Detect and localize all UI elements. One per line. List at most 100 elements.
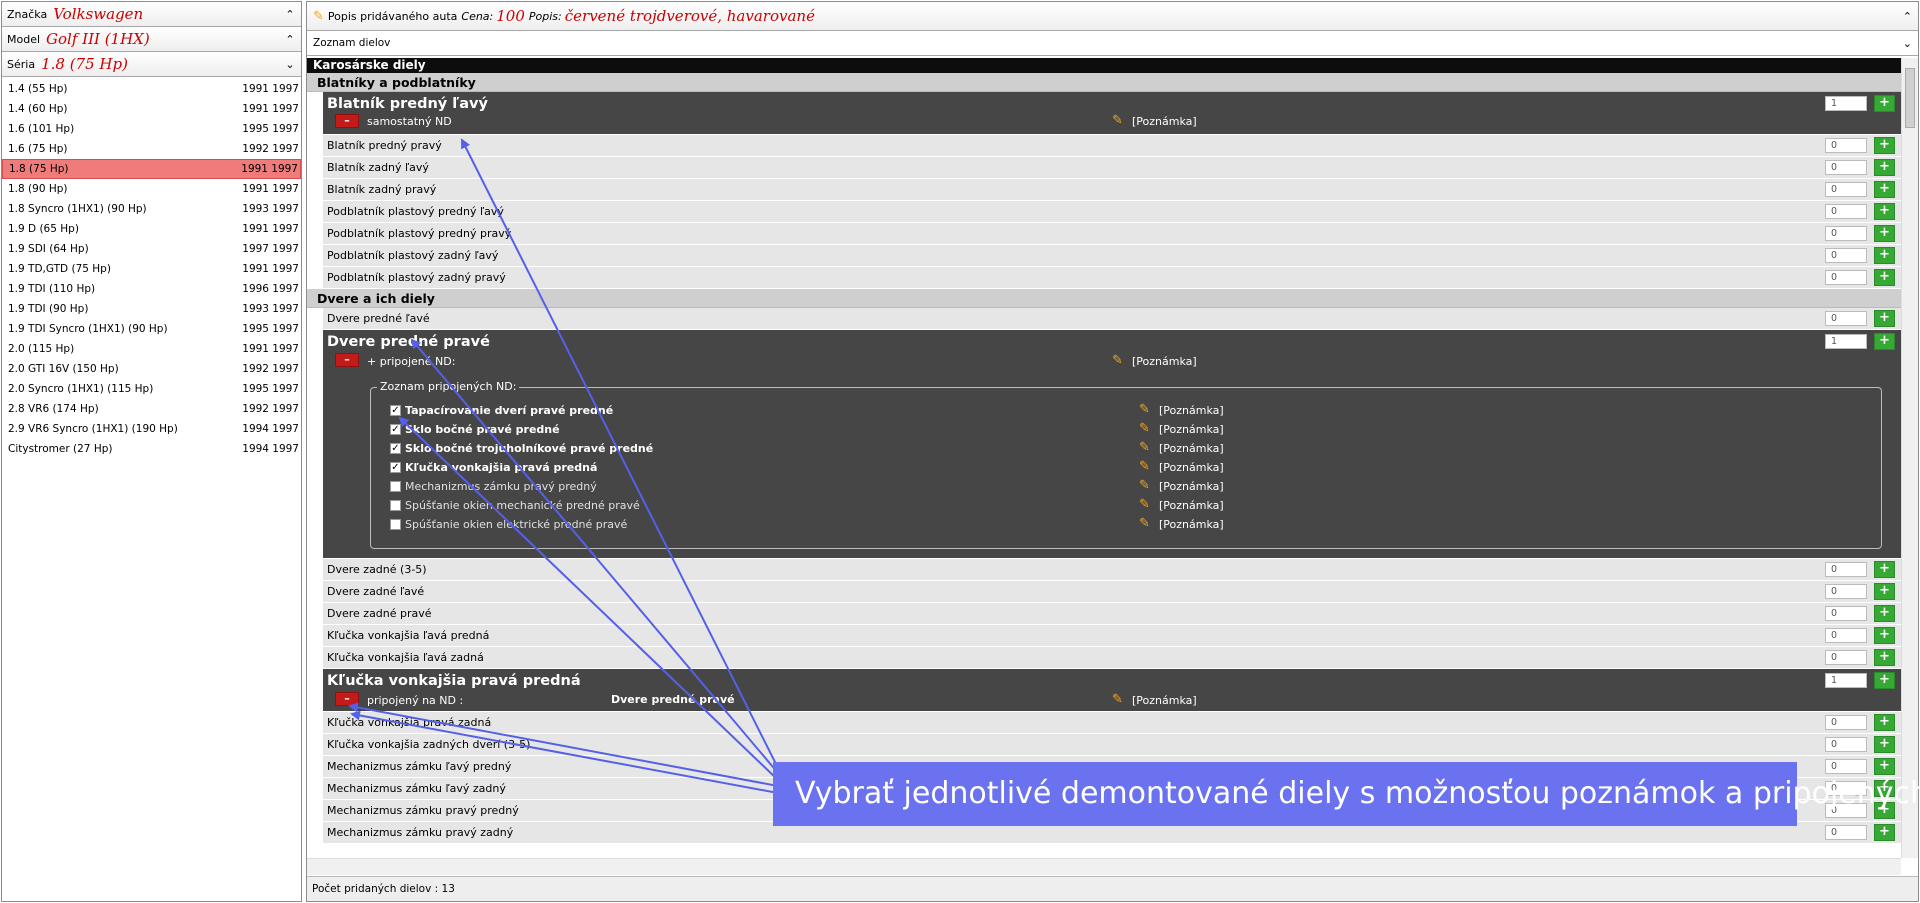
series-row[interactable]: 1.4 (55 Hp) 1991 1997 — [2, 79, 301, 99]
part-row[interactable]: Kľučka vonkajšia ľavá predná 0 + — [323, 625, 1901, 647]
remove-button[interactable]: – — [335, 692, 359, 706]
series-row[interactable]: 2.8 VR6 (174 Hp) 1992 1997 — [2, 399, 301, 419]
part-row[interactable]: Podblatník plastový predný pravý 0 + — [323, 223, 1901, 245]
pencil-icon[interactable]: ✎ — [1139, 479, 1150, 492]
series-row[interactable]: 1.9 TDI (90 Hp) 1993 1997 — [2, 299, 301, 319]
add-button[interactable]: + — [1874, 605, 1895, 622]
attached-part-item[interactable]: ✓ Tapacírovanie dverí pravé predné ✎ [Pozná… — [390, 402, 1790, 421]
attached-part-checkbox[interactable] — [390, 519, 401, 530]
quantity-input[interactable]: 0 — [1825, 204, 1867, 219]
note-link[interactable]: [Poznámka] — [1159, 442, 1224, 455]
pencil-icon[interactable]: ✎ — [1139, 441, 1150, 454]
quantity-input[interactable]: 0 — [1825, 226, 1867, 241]
note-link[interactable]: [Poznámka] — [1132, 694, 1197, 707]
add-button[interactable]: + — [1874, 583, 1895, 600]
add-button[interactable]: + — [1874, 649, 1895, 666]
pencil-icon[interactable]: ✎ — [1112, 354, 1123, 367]
add-button[interactable]: + — [1874, 714, 1895, 731]
part-row[interactable]: Kľučka vonkajšia pravá zadná 0 + — [323, 712, 1901, 734]
add-button[interactable]: + — [1874, 310, 1895, 327]
quantity-input[interactable]: 0 — [1825, 248, 1867, 263]
note-link[interactable]: [Poznámka] — [1159, 423, 1224, 436]
part-row[interactable]: Blatník zadný ľavý 0 + — [323, 157, 1901, 179]
quantity-input[interactable]: 0 — [1825, 606, 1867, 621]
series-row[interactable]: 2.0 GTI 16V (150 Hp) 1992 1997 — [2, 359, 301, 379]
pencil-icon[interactable]: ✎ — [1139, 422, 1150, 435]
part-row[interactable]: Kľučka vonkajšia zadných dverí (3-5) 0 + — [323, 734, 1901, 756]
attached-part-checkbox[interactable]: ✓ — [390, 405, 401, 416]
part-row[interactable]: Podblatník plastový predný ľavý 0 + — [323, 201, 1901, 223]
add-button[interactable]: + — [1874, 181, 1895, 198]
parts-list-header[interactable]: Zoznam dielov ⌄ — [307, 31, 1918, 56]
part-row[interactable]: Dvere zadné ľavé 0 + — [323, 581, 1901, 603]
add-button[interactable]: + — [1874, 333, 1895, 350]
chevron-up-icon[interactable]: ⌃ — [1903, 10, 1912, 23]
series-row[interactable]: 2.0 (115 Hp) 1991 1997 — [2, 339, 301, 359]
series-row[interactable]: 1.8 (75 Hp) 1991 1997 — [2, 159, 301, 179]
series-row[interactable]: 1.9 D (65 Hp) 1991 1997 — [2, 219, 301, 239]
add-button[interactable]: + — [1874, 627, 1895, 644]
add-button[interactable]: + — [1874, 269, 1895, 286]
part-row[interactable]: Blatník predný pravý 0 + — [323, 135, 1901, 157]
note-link[interactable]: [Poznámka] — [1159, 480, 1224, 493]
series-row[interactable]: 2.9 VR6 Syncro (1HX1) (190 Hp) 1994 1997 — [2, 419, 301, 439]
quantity-input[interactable]: 0 — [1825, 182, 1867, 197]
pencil-icon[interactable]: ✎ — [1139, 498, 1150, 511]
pencil-icon[interactable]: ✎ — [1112, 693, 1123, 706]
note-link[interactable]: [Poznámka] — [1159, 518, 1224, 531]
note-link[interactable]: [Poznámka] — [1159, 499, 1224, 512]
series-row[interactable]: 1.9 TDI (110 Hp) 1996 1997 — [2, 279, 301, 299]
attached-part-item[interactable]: Spúšťanie okien mechanické predné pravé ✎… — [390, 497, 1790, 516]
note-link[interactable]: [Poznámka] — [1159, 404, 1224, 417]
add-button[interactable]: + — [1874, 824, 1895, 841]
scrollbar-thumb[interactable] — [1905, 68, 1915, 128]
horizontal-scrollbar[interactable] — [307, 858, 1901, 875]
add-button[interactable]: + — [1874, 561, 1895, 578]
series-row[interactable]: 2.0 Syncro (1HX1) (115 Hp) 1995 1997 — [2, 379, 301, 399]
quantity-input[interactable]: 0 — [1825, 160, 1867, 175]
chevron-down-icon[interactable]: ⌄ — [279, 58, 301, 71]
series-filter[interactable]: Séria 1.8 (75 Hp) ⌄ — [2, 52, 301, 77]
quantity-input[interactable]: 0 — [1825, 759, 1867, 774]
part-row[interactable]: Podblatník plastový zadný pravý 0 + — [323, 267, 1901, 289]
chevron-down-icon[interactable]: ⌄ — [1903, 37, 1912, 50]
quantity-input[interactable]: 0 — [1825, 138, 1867, 153]
series-row[interactable]: Citystromer (27 Hp) 1994 1997 — [2, 439, 301, 459]
add-button[interactable]: + — [1874, 137, 1895, 154]
quantity-input[interactable]: 0 — [1825, 311, 1867, 326]
note-link[interactable]: [Poznámka] — [1159, 461, 1224, 474]
part-row[interactable]: Blatník zadný pravý 0 + — [323, 179, 1901, 201]
series-row[interactable]: 1.6 (101 Hp) 1995 1997 — [2, 119, 301, 139]
part-row[interactable]: Dvere predné ľavé 0 + — [323, 308, 1901, 330]
attached-part-checkbox[interactable] — [390, 500, 401, 511]
add-button[interactable]: + — [1874, 203, 1895, 220]
attached-part-item[interactable]: Spúšťanie okien elektrické predné pravé ✎… — [390, 516, 1790, 535]
model-filter[interactable]: Model Golf III (1HX) ⌃ — [2, 27, 301, 52]
vertical-scrollbar[interactable] — [1901, 58, 1918, 858]
chevron-up-icon[interactable]: ⌃ — [279, 33, 301, 46]
quantity-input[interactable]: 0 — [1825, 270, 1867, 285]
attached-part-checkbox[interactable] — [390, 481, 401, 492]
part-row[interactable]: Dvere zadné (3-5) 0 + — [323, 559, 1901, 581]
add-button[interactable]: + — [1874, 225, 1895, 242]
pencil-icon[interactable]: ✎ — [1139, 460, 1150, 473]
quantity-input[interactable]: 1 — [1825, 673, 1867, 688]
remove-button[interactable]: – — [335, 353, 359, 367]
quantity-input[interactable]: 1 — [1825, 334, 1867, 349]
add-button[interactable]: + — [1874, 758, 1895, 775]
quantity-input[interactable]: 0 — [1825, 562, 1867, 577]
attached-part-item[interactable]: ✓ Kľučka vonkajšia pravá predná ✎ [Poznámka… — [390, 459, 1790, 478]
add-button[interactable]: + — [1874, 159, 1895, 176]
part-row[interactable]: Podblatník plastový zadný ľavý 0 + — [323, 245, 1901, 267]
quantity-input[interactable]: 0 — [1825, 628, 1867, 643]
series-row[interactable]: 1.6 (75 Hp) 1992 1997 — [2, 139, 301, 159]
part-row[interactable]: Dvere zadné pravé 0 + — [323, 603, 1901, 625]
attached-part-item[interactable]: ✓ Sklo bočné pravé predné ✎ [Poznámka] — [390, 421, 1790, 440]
chevron-up-icon[interactable]: ⌃ — [279, 8, 301, 21]
pencil-icon[interactable]: ✎ — [1139, 403, 1150, 416]
quantity-input[interactable]: 1 — [1825, 96, 1867, 111]
pencil-icon[interactable]: ✎ — [1139, 517, 1150, 530]
add-button[interactable]: + — [1874, 672, 1895, 689]
attached-part-item[interactable]: Mechanizmus zámku pravý predný ✎ [Poznámka… — [390, 478, 1790, 497]
note-link[interactable]: [Poznámka] — [1132, 355, 1197, 368]
